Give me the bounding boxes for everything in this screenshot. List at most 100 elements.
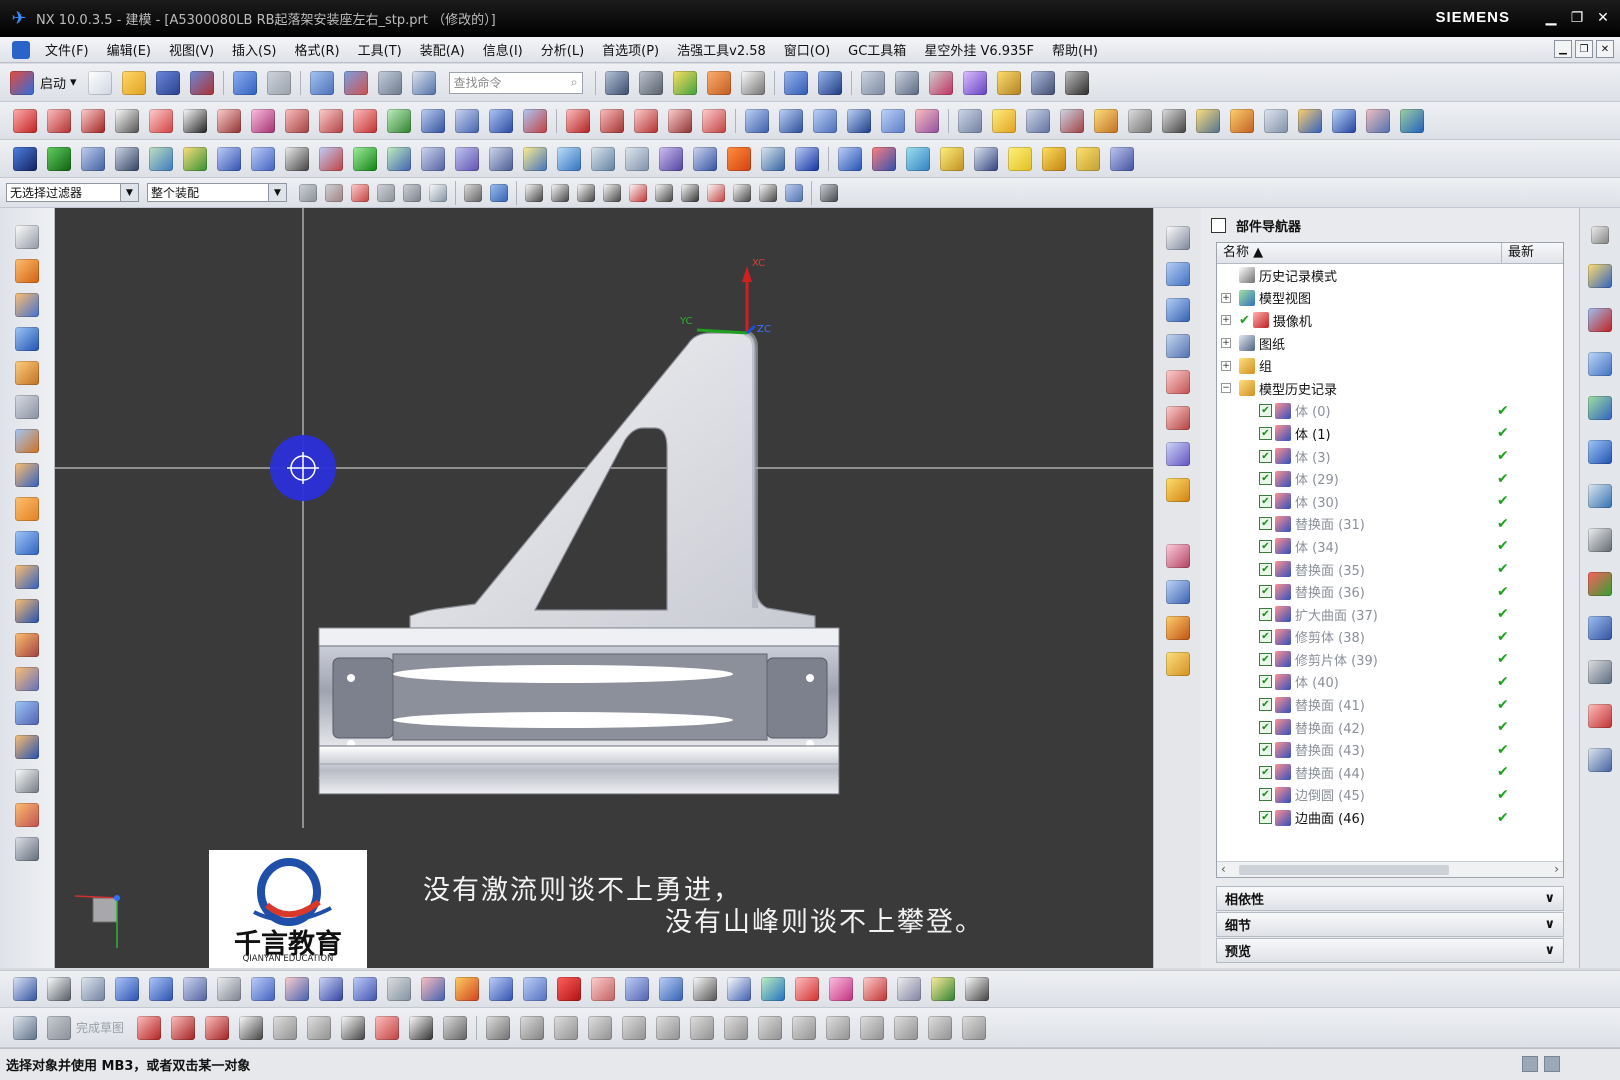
expand-icon[interactable]: + [1221,292,1231,303]
tree-horizontal-scrollbar[interactable]: ‹ › [1217,861,1563,877]
sketch-arc-icon[interactable] [205,1015,230,1040]
curve-icon[interactable] [217,108,241,133]
render-style-icon[interactable] [638,70,663,95]
roles-tab-icon[interactable] [1588,660,1612,684]
feature-row[interactable]: ✔ 体 (3) ✔ [1217,445,1563,468]
circle-outline-icon[interactable] [965,977,989,1001]
curve-length-icon[interactable] [668,108,692,133]
sketch-extend-icon[interactable] [588,1015,613,1040]
mirror-curve-icon[interactable] [421,108,445,133]
deselect-icon[interactable] [351,183,369,202]
smooth-spline-icon[interactable] [702,108,726,133]
clock-tab-icon[interactable] [1588,528,1612,552]
doc-restore-button[interactable]: ❐ [1575,40,1593,58]
save-all-icon[interactable] [189,70,214,95]
eraser-tool-icon[interactable] [455,977,479,1001]
slider-icon[interactable] [387,146,411,171]
grid-pattern-icon[interactable] [285,146,309,171]
sketch-dimension-icon[interactable] [690,1015,715,1040]
selection-scope-select[interactable]: 整个装配 ▼ [147,183,287,202]
menu-tools[interactable]: 工具(T) [349,40,411,59]
fillet-curve-icon[interactable] [634,108,658,133]
material-icon[interactable] [1165,616,1190,640]
app-menu-icon[interactable] [12,40,30,59]
menu-help[interactable]: 帮助(H) [1043,40,1107,59]
sketch-trim-icon[interactable] [554,1015,579,1040]
sketch-pattern-icon[interactable] [520,1015,545,1040]
copy-tool-icon[interactable] [217,977,241,1001]
snap-midpoint-icon[interactable] [551,183,569,202]
collapse-icon[interactable]: − [1221,383,1231,394]
scroll-left-icon[interactable]: ‹ [1221,862,1226,876]
profile-icon[interactable] [137,1015,162,1040]
edit-tool-icon[interactable] [183,977,207,1001]
clip-view-icon[interactable] [1165,334,1190,358]
unite-icon[interactable] [15,531,39,555]
snap-point-icon[interactable] [733,183,751,202]
feature-row[interactable]: ✔ 修剪体 (38) ✔ [1217,626,1563,649]
rename-icon[interactable] [795,146,819,171]
feature-visibility-checkbox[interactable]: ✔ [1259,494,1272,508]
sheet-tool-icon[interactable] [897,977,921,1001]
menu-analysis[interactable]: 分析(L) [532,40,593,59]
feature-visibility-checkbox[interactable]: ✔ [1259,562,1272,576]
face-color-icon[interactable] [1165,580,1190,604]
curvature-icon[interactable] [1060,108,1084,133]
sketch-inference-icon[interactable] [894,1015,919,1040]
orient-view-icon[interactable] [604,70,629,95]
sketch-mirror-icon[interactable] [656,1015,681,1040]
feature-visibility-checkbox[interactable]: ✔ [1259,404,1272,418]
note-icon[interactable] [1008,146,1032,171]
cursor-tool-icon[interactable] [931,977,955,1001]
save-icon[interactable] [155,70,180,95]
measure-length-icon[interactable] [1064,70,1089,95]
grid-tool-icon[interactable] [625,977,649,1001]
scale-curve-icon[interactable] [523,108,547,133]
feature-row[interactable]: ✔ 体 (30) ✔ [1217,490,1563,513]
holes-icon[interactable] [1110,146,1134,171]
intersect-curve-icon[interactable] [319,108,343,133]
command-search-input[interactable]: 查找命令 ⌕ [448,71,583,94]
sketch-update-icon[interactable] [962,1015,987,1040]
thicken-icon[interactable] [1128,108,1152,133]
bookmark-icon[interactable] [1165,652,1190,676]
analysis-icon[interactable] [958,108,982,133]
feature-row[interactable]: ✔ 替换面 (31) ✔ [1217,513,1563,536]
scroll-right-icon[interactable]: › [1554,862,1559,876]
tree-node[interactable]: + 模型视图 [1217,287,1563,310]
feature-visibility-checkbox[interactable]: ✔ [1259,811,1272,825]
sketch-auto-constrain-icon[interactable] [758,1015,783,1040]
column-icon[interactable] [761,146,785,171]
process-studio-tab-icon[interactable] [1588,616,1612,640]
sketch-circle-icon[interactable] [239,1015,264,1040]
feature-visibility-checkbox[interactable]: ✔ [1259,720,1272,734]
sketch-icon[interactable] [15,225,39,249]
status-window-icon[interactable] [1544,1056,1560,1072]
menu-file[interactable]: 文件(F) [36,40,98,59]
feature-row[interactable]: ✔ 替换面 (42) ✔ [1217,716,1563,739]
transform-icon[interactable] [377,70,402,95]
close-button[interactable]: ✕ [1592,8,1614,28]
rectangle-icon[interactable] [115,108,139,133]
part-navigator-tab-icon[interactable] [1588,352,1612,376]
pin-tool-icon[interactable] [251,977,275,1001]
part-family-icon[interactable] [940,146,964,171]
pins-icon[interactable] [251,146,275,171]
subtract-icon[interactable] [15,565,39,589]
assembly-filter-icon[interactable] [299,183,317,202]
menu-assembly[interactable]: 装配(A) [411,40,474,59]
column-latest-header[interactable]: 最新 [1502,243,1534,263]
feature-row[interactable]: ✔ 体 (1) ✔ [1217,422,1563,445]
shell-icon[interactable] [15,701,39,725]
type-filter-select[interactable]: 无选择过滤器 ▼ [6,183,139,202]
show-hide-icon[interactable] [996,70,1021,95]
feature-row[interactable]: ✔ 体 (40) ✔ [1217,671,1563,694]
revolve-icon[interactable] [779,108,803,133]
tree-node[interactable]: + ✔ 摄像机 [1217,309,1563,332]
component-icon[interactable] [693,146,717,171]
feature-visibility-checkbox[interactable]: ✔ [1259,698,1272,712]
sketch-line-icon[interactable] [171,1015,196,1040]
parting-icon[interactable] [319,146,343,171]
mold-tool-icon[interactable] [285,977,309,1001]
wave-icon[interactable] [838,146,862,171]
